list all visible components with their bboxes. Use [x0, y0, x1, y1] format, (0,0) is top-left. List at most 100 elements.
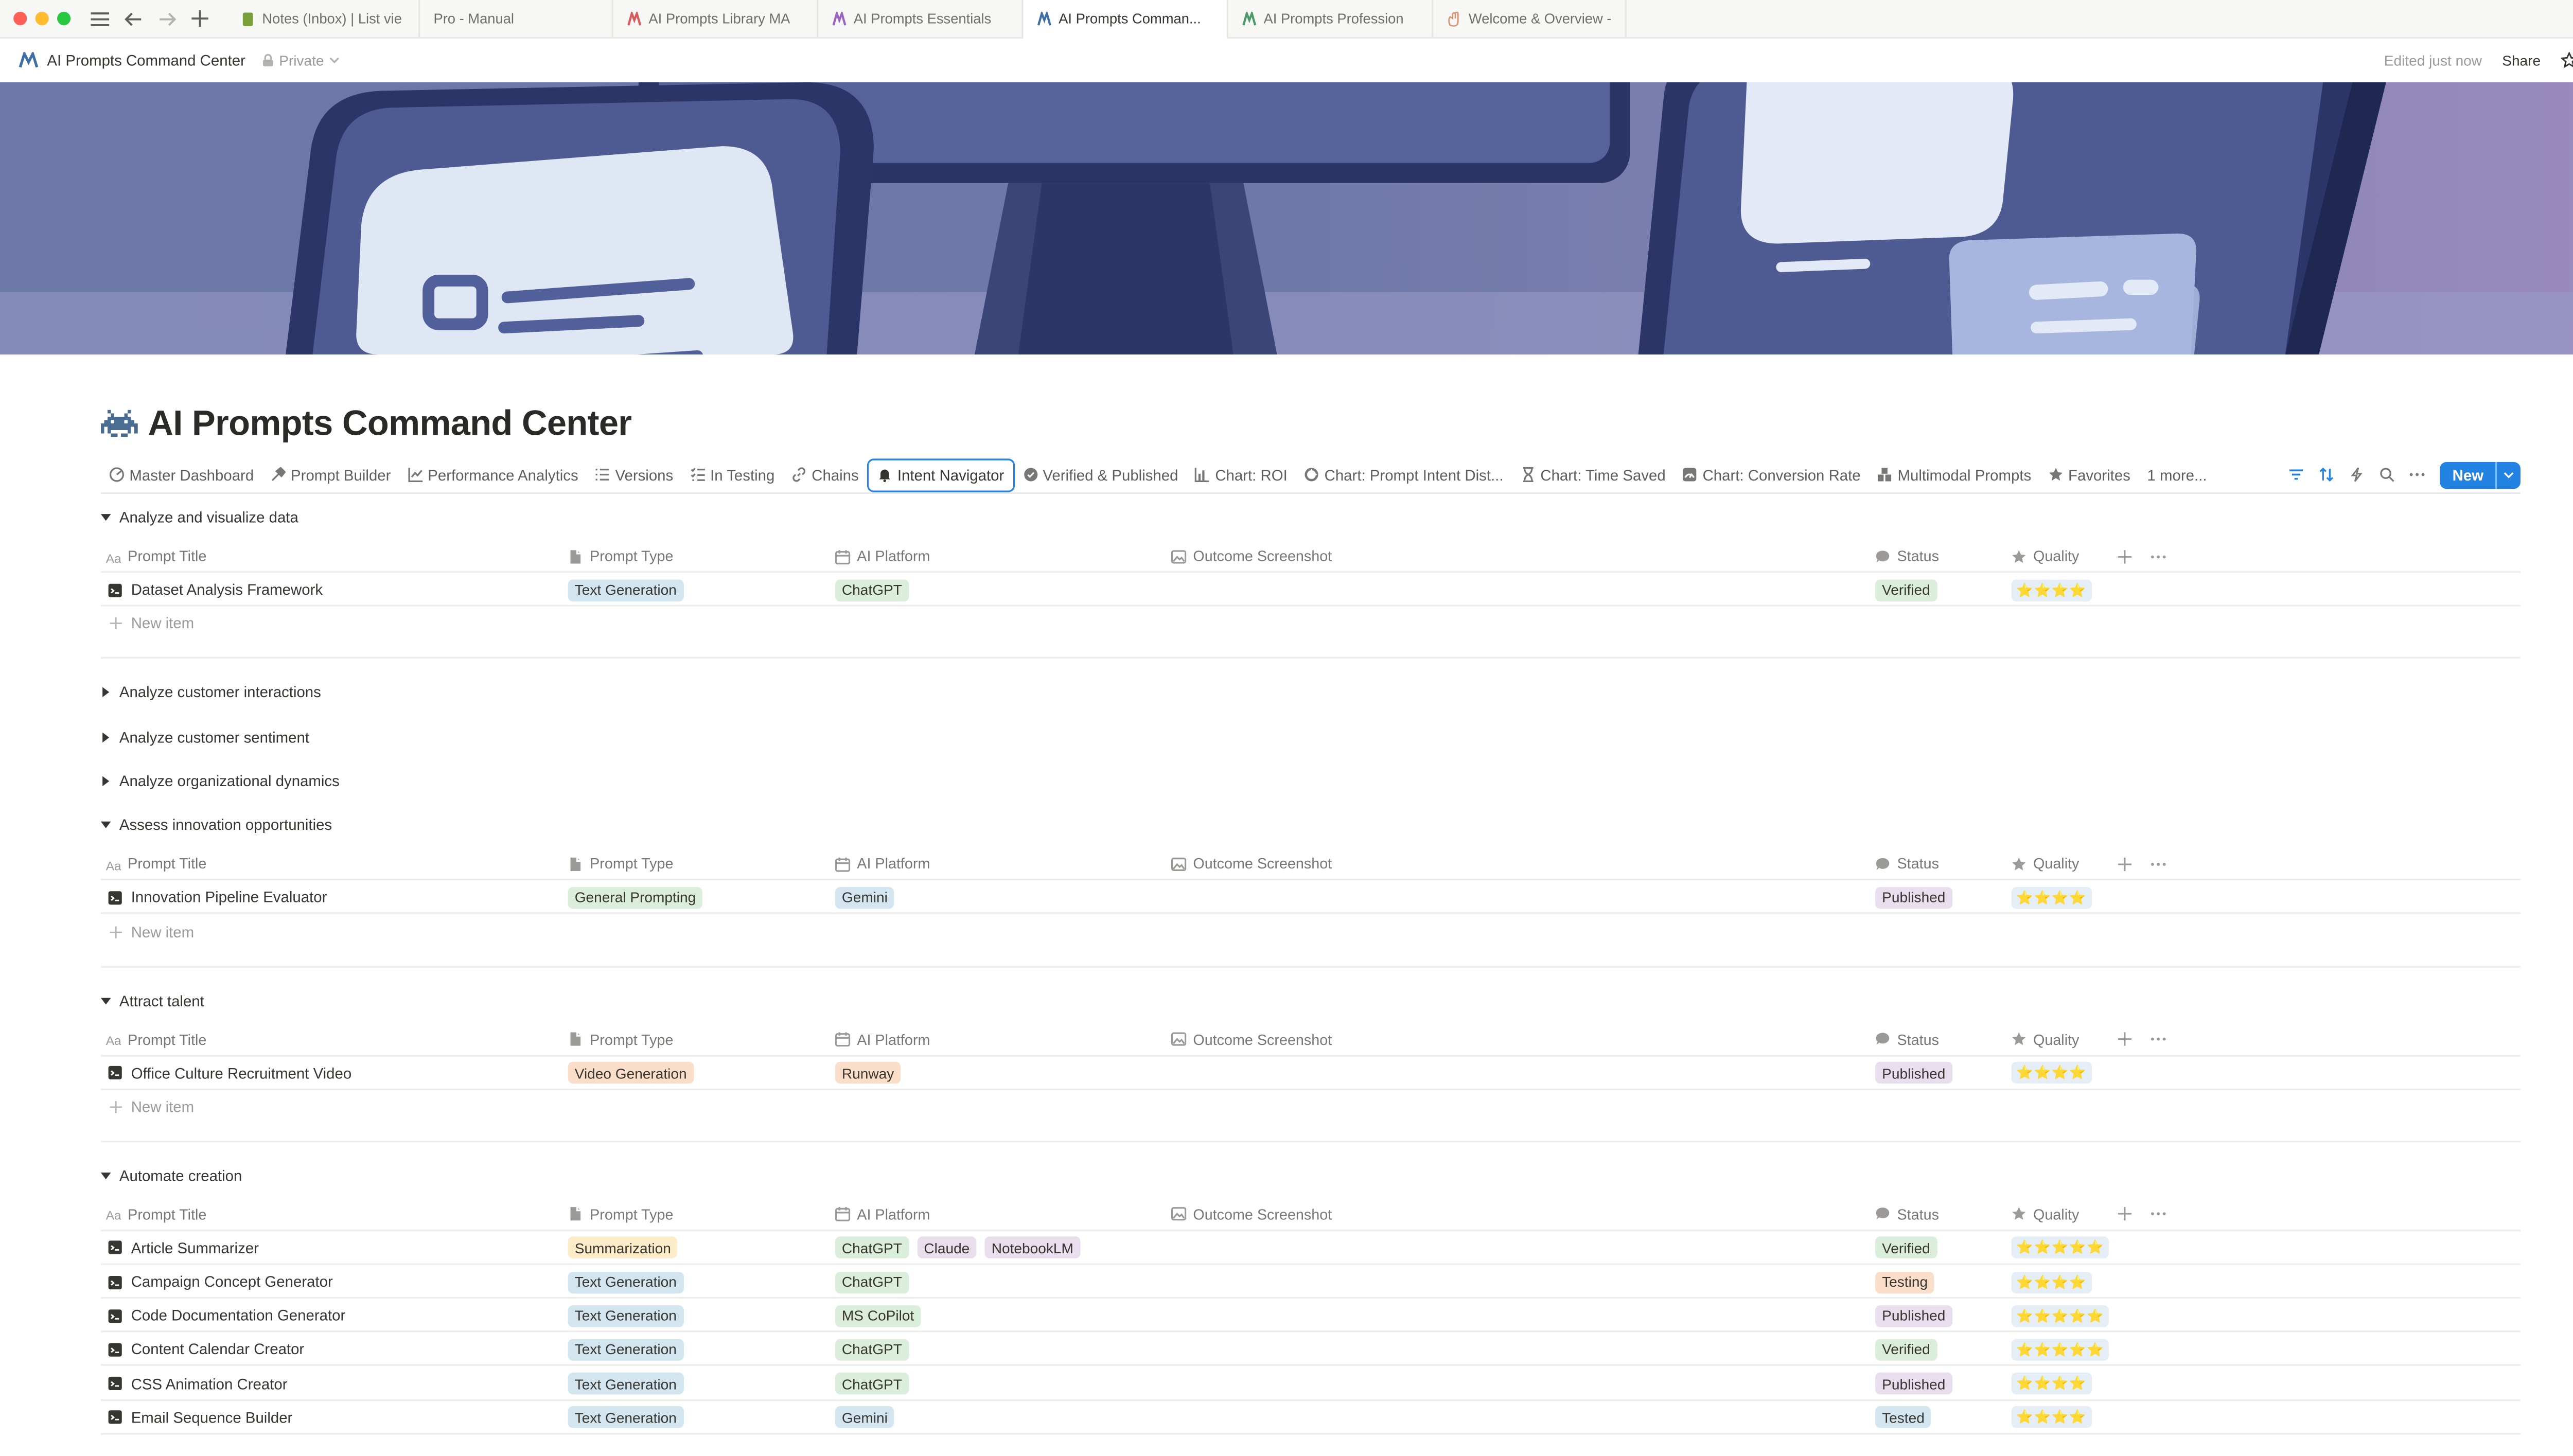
group-header[interactable]: Analyze customer interactions [101, 679, 321, 706]
outcome-screenshot-cell[interactable] [1171, 1299, 1843, 1333]
privacy-selector[interactable]: Private [262, 52, 339, 69]
outcome-screenshot-cell[interactable] [1171, 1056, 1843, 1090]
quality-cell[interactable]: ⭐⭐⭐⭐ [2011, 1401, 2092, 1434]
column-header-outcome[interactable]: Outcome Screenshot [1171, 1022, 1332, 1056]
outcome-screenshot-cell[interactable] [1171, 881, 1843, 914]
column-header-quality[interactable]: Quality [2012, 1197, 2079, 1231]
browser-tab[interactable]: Pro - Manual [420, 0, 613, 38]
status-cell[interactable]: Verified [1875, 1231, 1937, 1265]
triangle-down-icon[interactable] [100, 512, 111, 523]
quality-cell[interactable]: ⭐⭐⭐⭐ [2011, 573, 2092, 606]
ai-platform-cell[interactable]: MS CoPilot [835, 1299, 921, 1333]
prompt-type-cell[interactable]: General Prompting [568, 881, 703, 914]
column-header-platform[interactable]: AI Platform [835, 1197, 930, 1231]
column-header-type[interactable]: Prompt Type [568, 1022, 673, 1056]
minimize-window-button[interactable] [35, 11, 49, 25]
column-header-type[interactable]: Prompt Type [568, 847, 673, 881]
automation-bolt-icon[interactable] [2350, 467, 2365, 482]
add-property-button[interactable] [2117, 539, 2132, 573]
add-property-button[interactable] [2117, 1197, 2132, 1231]
table-row[interactable]: Office Culture Recruitment Video Video Ge… [100, 1056, 2521, 1090]
column-header-quality[interactable]: Quality [2012, 847, 2079, 881]
new-entry-button[interactable]: New [2440, 461, 2521, 488]
outcome-screenshot-cell[interactable] [1171, 1401, 1843, 1434]
browser-tab[interactable]: AI Prompts Comman... [1023, 0, 1228, 38]
table-row[interactable]: Email Sequence Builder Text Generation Gem… [100, 1401, 2521, 1434]
new-item-button[interactable]: New item [101, 1090, 2521, 1124]
space-invader-icon[interactable] [100, 410, 138, 440]
triangle-down-icon[interactable] [100, 821, 111, 831]
ai-platform-cell[interactable]: Runway [835, 1056, 901, 1090]
view-tab[interactable]: Chains [783, 458, 867, 491]
status-cell[interactable]: Verified [1875, 573, 1937, 606]
status-cell[interactable]: Published [1875, 1299, 1952, 1333]
column-header-outcome[interactable]: Outcome Screenshot [1171, 539, 1332, 573]
ai-platform-cell[interactable]: ChatGPT [835, 573, 909, 606]
prompt-title-cell[interactable]: CSS Animation Creator [108, 1367, 288, 1400]
back-arrow-icon[interactable] [122, 7, 143, 30]
outcome-screenshot-cell[interactable] [1171, 573, 1843, 606]
table-row[interactable]: Content Calendar Creator Text Generation C… [100, 1333, 2521, 1366]
prompt-type-cell[interactable]: Text Generation [568, 1299, 683, 1333]
column-header-platform[interactable]: AI Platform [835, 539, 930, 573]
column-header-title[interactable]: Aa Prompt Title [106, 1197, 207, 1231]
status-cell[interactable]: Published [1875, 1367, 1952, 1400]
table-row[interactable]: Campaign Concept Generator Text Generatio… [100, 1265, 2521, 1299]
triangle-right-icon[interactable] [101, 776, 111, 787]
quality-cell[interactable]: ⭐⭐⭐⭐ [2011, 1056, 2092, 1090]
ai-platform-cell[interactable]: ChatGPT [835, 1265, 909, 1299]
ai-platform-cell[interactable]: Gemini [835, 881, 894, 914]
status-cell[interactable]: Verified [1875, 1333, 1937, 1366]
triangle-down-icon[interactable] [100, 1170, 111, 1181]
maximize-window-button[interactable] [57, 11, 71, 25]
prompt-title-cell[interactable]: Office Culture Recruitment Video [108, 1056, 351, 1090]
view-tab[interactable]: Multimodal Prompts [1869, 458, 2040, 491]
prompt-title-cell[interactable]: Innovation Pipeline Evaluator [108, 881, 327, 914]
more-views-button[interactable]: 1 more... [2139, 458, 2215, 491]
view-tab[interactable]: Chart: Conversion Rate [1674, 458, 1869, 491]
browser-tab[interactable]: Notes (Inbox) | List vie [227, 0, 420, 38]
column-header-title[interactable]: Aa Prompt Title [106, 539, 207, 573]
quality-cell[interactable]: ⭐⭐⭐⭐ [2011, 881, 2092, 914]
triangle-right-icon[interactable] [101, 687, 111, 698]
column-header-status[interactable]: Status [1875, 1022, 1939, 1056]
favorite-star-icon[interactable] [2561, 52, 2573, 69]
quality-cell[interactable]: ⭐⭐⭐⭐ [2011, 1367, 2092, 1400]
table-options-button[interactable] [2151, 1022, 2166, 1056]
prompt-type-cell[interactable]: Summarization [568, 1231, 678, 1265]
share-button[interactable]: Share [2502, 52, 2541, 69]
ai-platform-cell[interactable]: ChatGPT Claude NotebookLM [835, 1231, 1080, 1265]
column-header-status[interactable]: Status [1875, 1197, 1939, 1231]
triangle-right-icon[interactable] [101, 732, 111, 742]
browser-tab[interactable]: Welcome & Overview - [1433, 0, 1627, 38]
prompt-title-cell[interactable]: Dataset Analysis Framework [108, 573, 323, 606]
search-icon[interactable] [2380, 467, 2395, 482]
prompt-type-cell[interactable]: Text Generation [568, 1265, 683, 1299]
column-header-type[interactable]: Prompt Type [568, 539, 673, 573]
add-property-button[interactable] [2117, 1022, 2132, 1056]
view-tab[interactable]: Chart: ROI [1187, 458, 1296, 491]
view-tab[interactable]: In Testing [682, 458, 783, 491]
status-cell[interactable]: Published [1875, 881, 1952, 914]
prompt-type-cell[interactable]: Video Generation [568, 1056, 694, 1090]
column-header-outcome[interactable]: Outcome Screenshot [1171, 847, 1332, 881]
prompt-title-cell[interactable]: Article Summarizer [108, 1231, 259, 1265]
quality-cell[interactable]: ⭐⭐⭐⭐⭐ [2011, 1299, 2109, 1333]
table-row[interactable]: CSS Animation Creator Text Generation Chat… [100, 1367, 2521, 1400]
quality-cell[interactable]: ⭐⭐⭐⭐⭐ [2011, 1231, 2109, 1265]
view-tab[interactable]: Favorites [2040, 458, 2139, 491]
status-cell[interactable]: Testing [1875, 1265, 1935, 1299]
view-tab[interactable]: Prompt Builder [262, 458, 399, 491]
prompt-title-cell[interactable]: Campaign Concept Generator [108, 1265, 333, 1299]
new-tab-plus-icon[interactable] [190, 7, 210, 30]
column-header-platform[interactable]: AI Platform [835, 1022, 930, 1056]
prompt-title-cell[interactable]: Email Sequence Builder [108, 1401, 292, 1434]
outcome-screenshot-cell[interactable] [1171, 1231, 1843, 1265]
view-tab[interactable]: Performance Analytics [399, 458, 587, 491]
column-header-title[interactable]: Aa Prompt Title [106, 1022, 207, 1056]
prompt-type-cell[interactable]: Text Generation [568, 573, 683, 606]
table-row[interactable]: Innovation Pipeline Evaluator General Pro… [100, 881, 2521, 915]
view-tab[interactable]: Chart: Time Saved [1512, 458, 1674, 491]
table-row[interactable]: Dataset Analysis Framework Text Generatio… [100, 573, 2521, 607]
table-row[interactable]: Article Summarizer Summarization ChatGPT Cl… [100, 1231, 2521, 1265]
